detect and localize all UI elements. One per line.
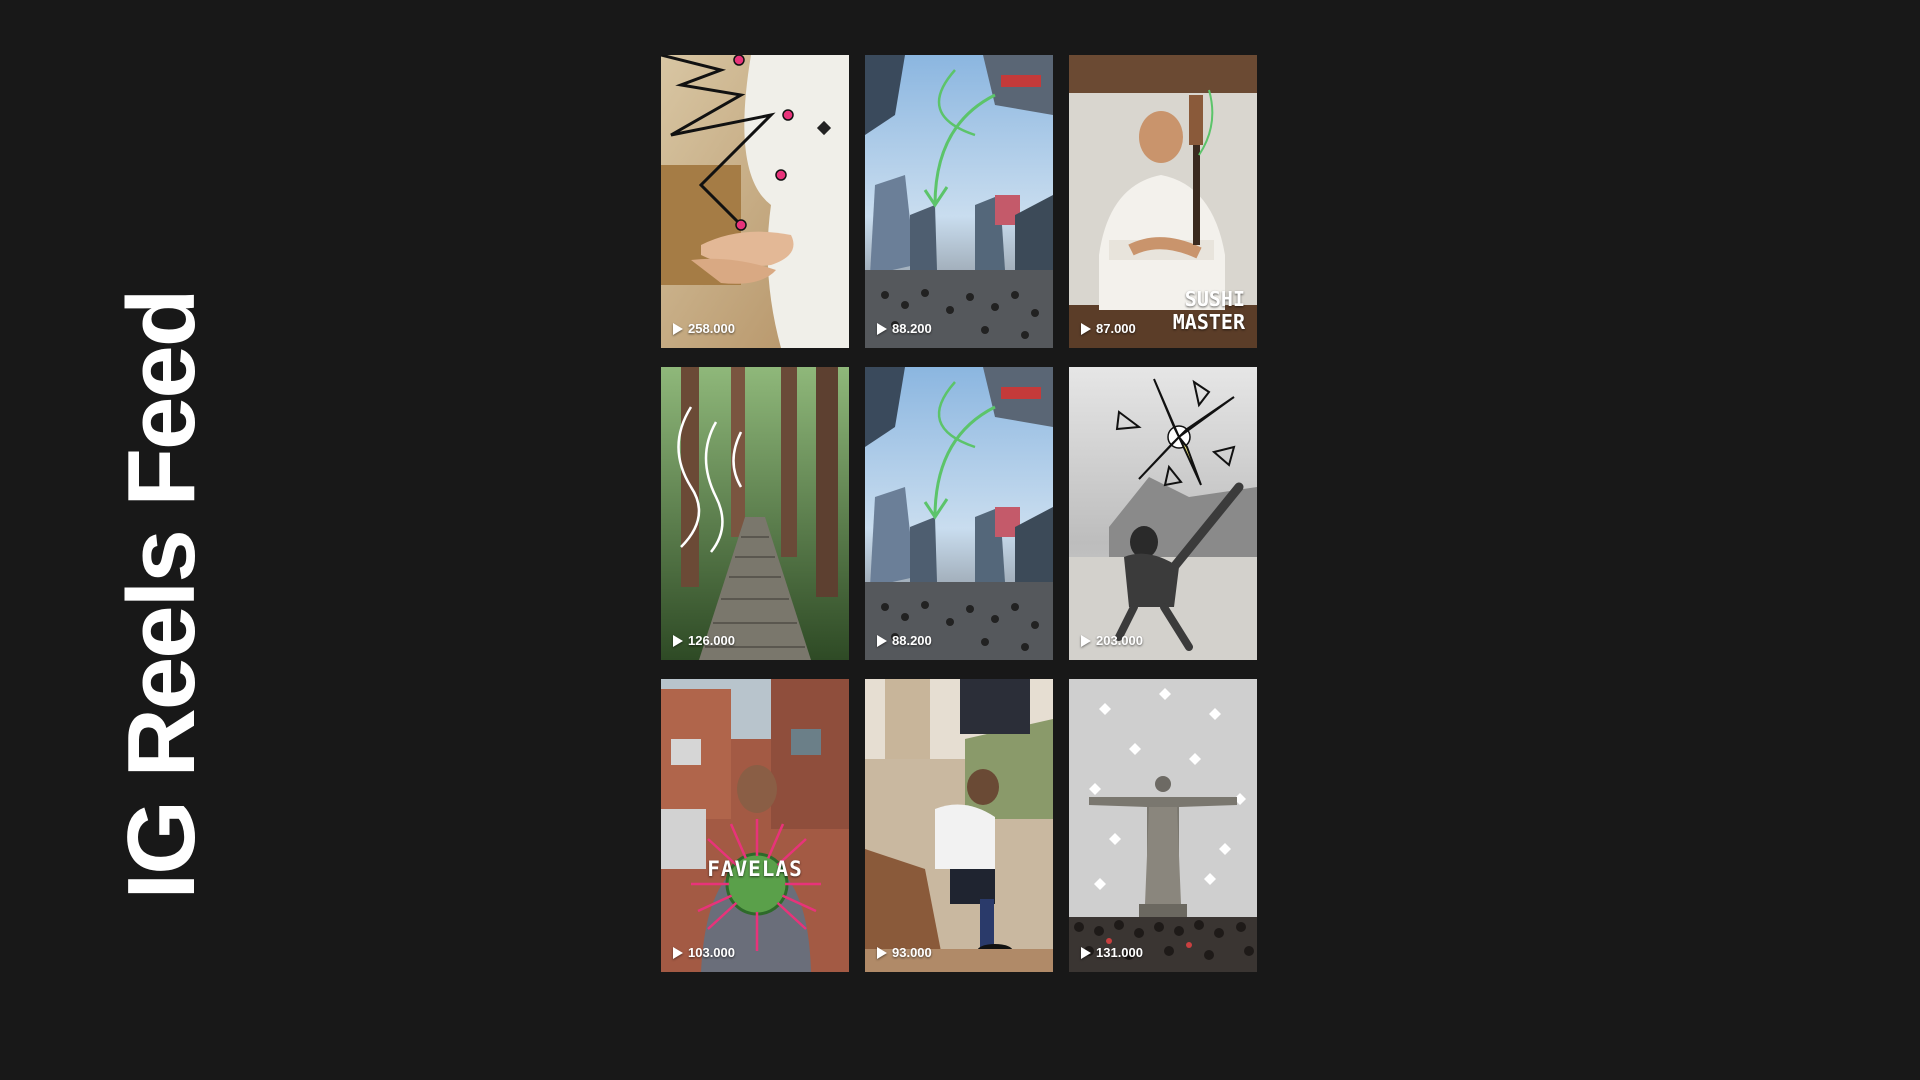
- overlay-line-sushi: SUSHI: [1184, 287, 1245, 311]
- view-count: 93.000: [877, 945, 932, 960]
- reel-tile[interactable]: 93.000: [865, 679, 1053, 972]
- reel-tile[interactable]: 131.000: [1069, 679, 1257, 972]
- view-count: 87.000: [1081, 321, 1136, 336]
- reel-overlay-text: SUSHI MASTER: [1173, 288, 1245, 334]
- reels-grid: 258.000 88.200 SUSHI MASTER 87.000 126.0…: [661, 55, 1257, 972]
- reel-thumbnail: [661, 367, 849, 660]
- view-count: 103.000: [673, 945, 735, 960]
- play-icon: [877, 946, 887, 959]
- play-icon: [673, 634, 683, 647]
- page-title: IG Reels Feed: [108, 290, 215, 900]
- reel-tile[interactable]: 126.000: [661, 367, 849, 660]
- play-icon: [877, 322, 887, 335]
- reel-tile[interactable]: 88.200: [865, 367, 1053, 660]
- play-icon: [673, 946, 683, 959]
- reel-tile[interactable]: 203.000: [1069, 367, 1257, 660]
- play-icon: [1081, 946, 1091, 959]
- view-count-label: 87.000: [1096, 321, 1136, 336]
- view-count-label: 88.200: [892, 633, 932, 648]
- reel-thumbnail: [865, 367, 1053, 660]
- view-count: 203.000: [1081, 633, 1143, 648]
- reel-thumbnail: [661, 55, 849, 348]
- play-icon: [1081, 634, 1091, 647]
- reel-overlay-text: FAVELAS: [707, 857, 803, 881]
- reel-thumbnail: [865, 679, 1053, 972]
- view-count-label: 88.200: [892, 321, 932, 336]
- play-icon: [877, 634, 887, 647]
- view-count-label: 131.000: [1096, 945, 1143, 960]
- reel-tile[interactable]: SUSHI MASTER 87.000: [1069, 55, 1257, 348]
- view-count: 88.200: [877, 633, 932, 648]
- view-count-label: 126.000: [688, 633, 735, 648]
- reel-tile[interactable]: 88.200: [865, 55, 1053, 348]
- reel-thumbnail: [865, 55, 1053, 348]
- view-count-label: 203.000: [1096, 633, 1143, 648]
- reel-thumbnail: [1069, 679, 1257, 972]
- reel-tile[interactable]: FAVELAS 103.000: [661, 679, 849, 972]
- reel-thumbnail: [661, 679, 849, 972]
- view-count-label: 93.000: [892, 945, 932, 960]
- view-count: 131.000: [1081, 945, 1143, 960]
- view-count: 126.000: [673, 633, 735, 648]
- view-count: 88.200: [877, 321, 932, 336]
- view-count-label: 103.000: [688, 945, 735, 960]
- view-count-label: 258.000: [688, 321, 735, 336]
- play-icon: [673, 322, 683, 335]
- reel-thumbnail: [1069, 367, 1257, 660]
- view-count: 258.000: [673, 321, 735, 336]
- reel-tile[interactable]: 258.000: [661, 55, 849, 348]
- play-icon: [1081, 322, 1091, 335]
- overlay-line-master: MASTER: [1172, 310, 1245, 334]
